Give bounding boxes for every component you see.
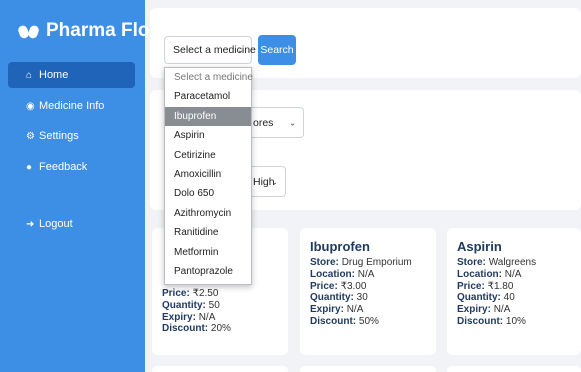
- price-row: Price: ₹1.80: [457, 280, 514, 292]
- logout-label: Logout: [39, 218, 73, 230]
- dropdown-option[interactable]: Ibuprofen: [165, 106, 251, 127]
- sidebar: Pharma Flow ⌂ Home ◉ Medicine Info ⚙ Set…: [0, 0, 164, 372]
- sidebar-item-label: Settings: [39, 130, 79, 142]
- quantity-row: Quantity: 50: [162, 299, 220, 311]
- product-card[interactable]: [152, 366, 288, 372]
- logout-icon: ➜: [26, 218, 35, 230]
- sidebar-item-medicine-info[interactable]: ◉ Medicine Info: [8, 93, 135, 119]
- expiry-row: Expiry: N/A: [162, 311, 216, 323]
- sidebar-item-label: Medicine Info: [39, 100, 105, 112]
- store-row: Store: Drug Emporium: [310, 257, 412, 268]
- chevron-down-icon: ⌄: [237, 45, 244, 55]
- expiry-row: Expiry: N/A: [457, 304, 511, 316]
- sidebar-item-label: Home: [39, 69, 69, 81]
- quantity-row: Quantity: 40: [457, 292, 515, 304]
- capsules-icon: [18, 25, 39, 39]
- product-card[interactable]: Aspirin Store: Walgreens Location: N/A P…: [447, 228, 581, 355]
- store-row: Store: Walgreens: [457, 257, 537, 268]
- discount-row: Discount: 10%: [457, 315, 526, 327]
- product-card[interactable]: [300, 366, 436, 372]
- gear-icon: ⚙: [26, 130, 35, 142]
- dropdown-option[interactable]: Select a medicine: [165, 68, 253, 87]
- price-row: Price: ₹3.00: [310, 280, 367, 292]
- expiry-row: Expiry: N/A: [310, 304, 364, 316]
- home-icon: ⌂: [26, 69, 33, 81]
- product-card[interactable]: [447, 366, 581, 372]
- chevron-down-icon: ⌄: [289, 118, 296, 127]
- sidebar-item-home[interactable]: ⌂ Home: [8, 62, 135, 88]
- feedback-icon: ●: [26, 161, 33, 173]
- medicine-icon: ◉: [26, 100, 35, 112]
- price-row: Price: ₹2.50: [162, 288, 219, 299]
- discount-row: Discount: 50%: [310, 315, 379, 327]
- sidebar-item-settings[interactable]: ⚙ Settings: [8, 123, 135, 149]
- medicine-dropdown-list: Select a medicine Paracetamol Ibuprofen …: [164, 67, 253, 285]
- brand[interactable]: Pharma Flow: [18, 20, 164, 42]
- quantity-row: Quantity: 30: [310, 292, 368, 304]
- sidebar-item-label: Feedback: [39, 161, 88, 173]
- chevron-down-icon: ⌄: [271, 177, 278, 186]
- brand-name: Pharma Flow: [46, 20, 165, 41]
- dropdown-option[interactable]: Aspirin: [165, 126, 251, 145]
- medicine-select[interactable]: Select a medicine ⌄: [164, 36, 256, 64]
- product-name: Ibuprofen: [310, 239, 370, 254]
- location-row: Location: N/A: [457, 268, 522, 280]
- logout-button[interactable]: ➜ Logout: [8, 211, 135, 237]
- product-name: Aspirin: [457, 239, 502, 254]
- dropdown-option[interactable]: Dolo 650: [165, 184, 251, 203]
- store-filter-value: ores: [253, 116, 274, 129]
- product-card[interactable]: Ibuprofen Store: Drug Emporium Location:…: [300, 228, 436, 355]
- dropdown-option[interactable]: Pantoprazole: [165, 262, 251, 281]
- dropdown-option[interactable]: Metformin: [165, 243, 251, 262]
- dropdown-option[interactable]: Ranitidine: [165, 223, 251, 242]
- discount-row: Discount: 20%: [162, 323, 231, 335]
- dropdown-option[interactable]: Paracetamol: [165, 87, 251, 106]
- sidebar-item-feedback[interactable]: ● Feedback: [8, 154, 135, 180]
- search-button[interactable]: Search: [258, 35, 296, 65]
- dropdown-option[interactable]: Cetirizine: [165, 146, 251, 165]
- dropdown-option[interactable]: Azithromycin: [165, 204, 251, 223]
- location-row: Location: N/A: [310, 268, 375, 280]
- dropdown-option[interactable]: Amoxicillin: [165, 165, 251, 184]
